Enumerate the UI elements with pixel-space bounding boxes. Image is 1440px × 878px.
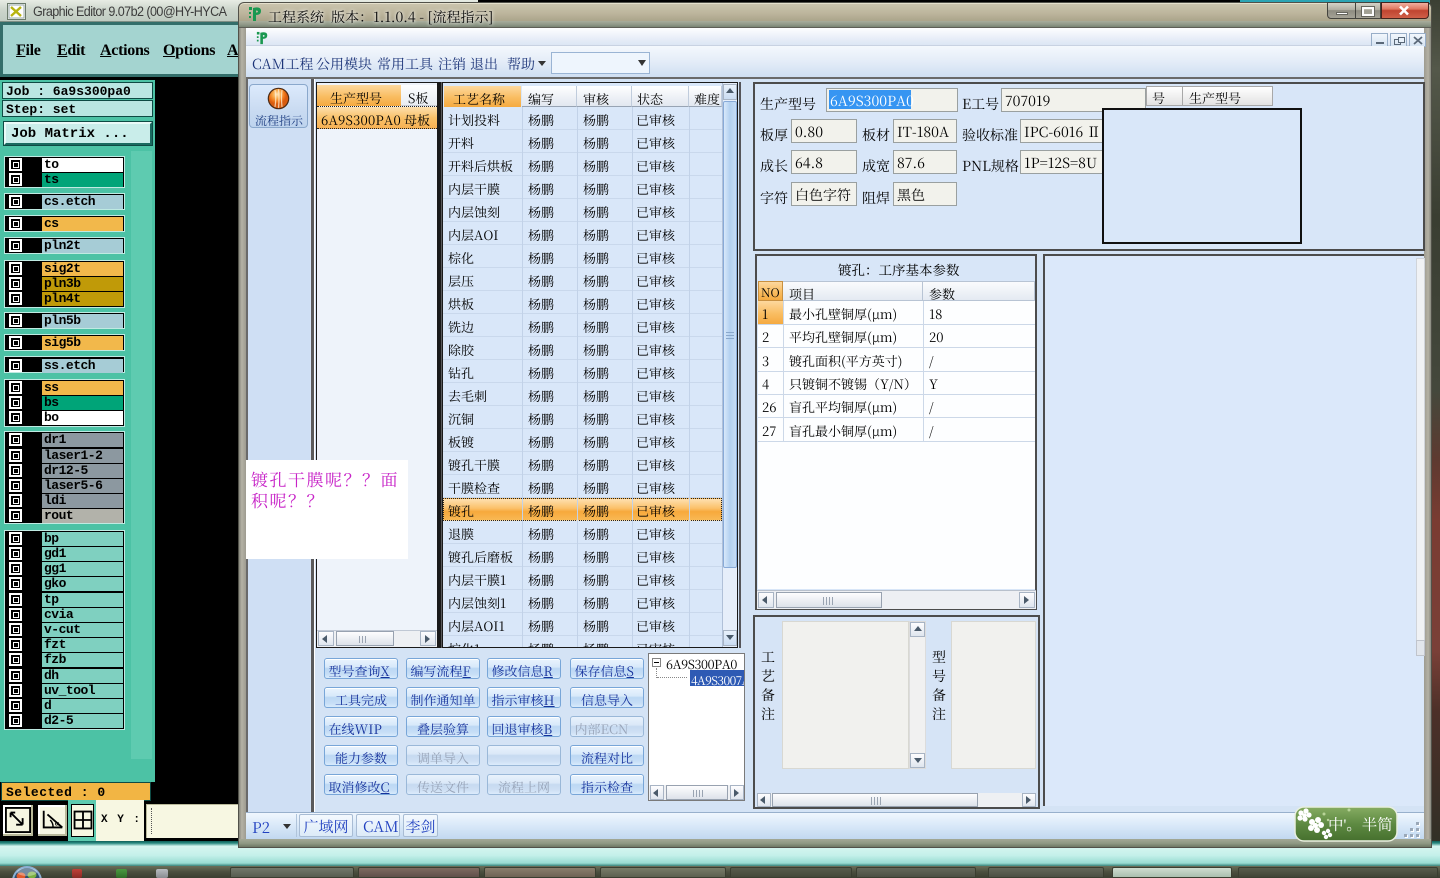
svg-text:中'。半简: 中'。半简: [1328, 813, 1393, 835]
svg-text:α: α: [55, 821, 59, 828]
